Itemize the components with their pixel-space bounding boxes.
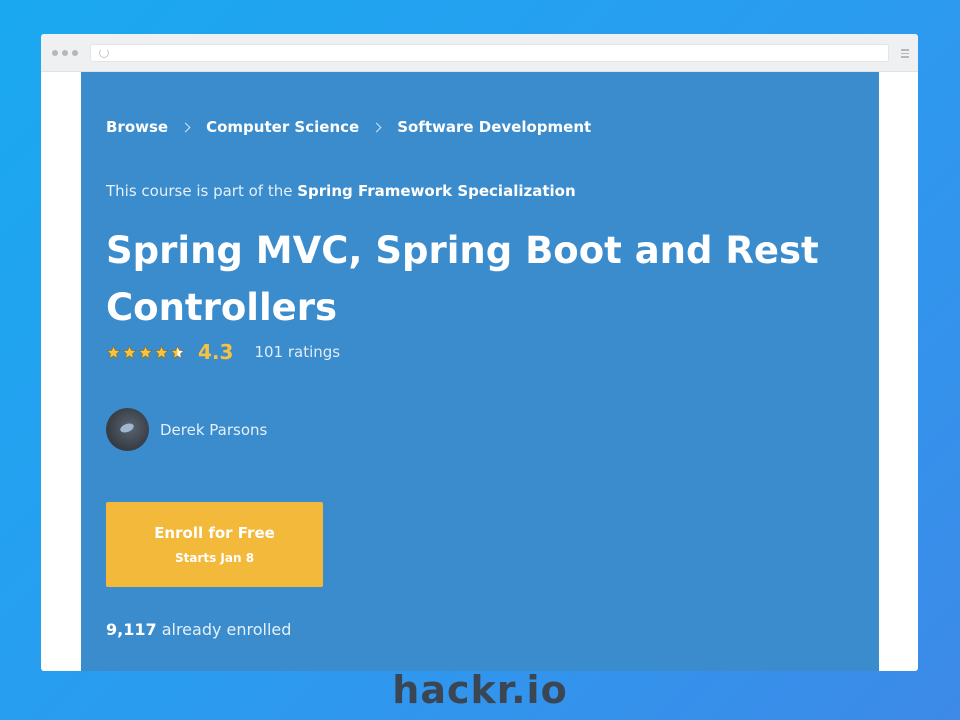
specialization-prefix: This course is part of the — [106, 182, 298, 200]
instructor-name[interactable]: Derek Parsons — [160, 421, 267, 439]
breadcrumb-software-development[interactable]: Software Development — [397, 118, 591, 136]
window-dot-icon[interactable] — [72, 50, 78, 56]
enrolled-count: 9,117 already enrolled — [106, 620, 291, 639]
enrolled-suffix: already enrolled — [156, 620, 292, 639]
ratings-count[interactable]: 101 ratings — [254, 343, 340, 361]
hackr-logo: hackr.io — [392, 668, 568, 712]
star-rating — [106, 345, 185, 360]
rating-row: 4.3 101 ratings — [106, 340, 340, 364]
window-dot-icon[interactable] — [62, 50, 68, 56]
enroll-button[interactable]: Enroll for Free Starts Jan 8 — [106, 502, 323, 587]
star-half-icon — [170, 345, 185, 359]
instructor[interactable]: Derek Parsons — [106, 408, 267, 451]
hamburger-menu-icon[interactable] — [901, 49, 909, 60]
chevron-right-icon — [180, 122, 191, 132]
breadcrumb-browse[interactable]: Browse — [106, 118, 168, 136]
star-icon — [138, 345, 153, 359]
address-bar[interactable] — [90, 44, 889, 62]
breadcrumb-computer-science[interactable]: Computer Science — [206, 118, 359, 136]
star-icon — [122, 345, 137, 359]
reload-icon[interactable] — [99, 48, 109, 58]
course-title: Spring MVC, Spring Boot and Rest Control… — [106, 229, 819, 329]
specialization-note: This course is part of the Spring Framew… — [106, 182, 576, 200]
window-dot-icon[interactable] — [52, 50, 58, 56]
breadcrumb: Browse Computer Science Software Develop… — [106, 118, 591, 136]
star-icon — [154, 345, 169, 359]
enroll-button-label: Enroll for Free — [154, 524, 275, 542]
course-banner: Browse Computer Science Software Develop… — [81, 72, 879, 671]
rating-value: 4.3 — [198, 340, 234, 364]
enrolled-number: 9,117 — [106, 620, 157, 639]
browser-window: Browse Computer Science Software Develop… — [41, 34, 918, 671]
chevron-right-icon — [371, 122, 382, 132]
browser-toolbar — [41, 34, 918, 72]
window-controls — [52, 50, 78, 56]
start-date-label: Starts Jan 8 — [174, 551, 255, 565]
star-icon — [106, 345, 121, 359]
avatar[interactable] — [106, 408, 149, 451]
specialization-link[interactable]: Spring Framework Specialization — [297, 182, 575, 200]
